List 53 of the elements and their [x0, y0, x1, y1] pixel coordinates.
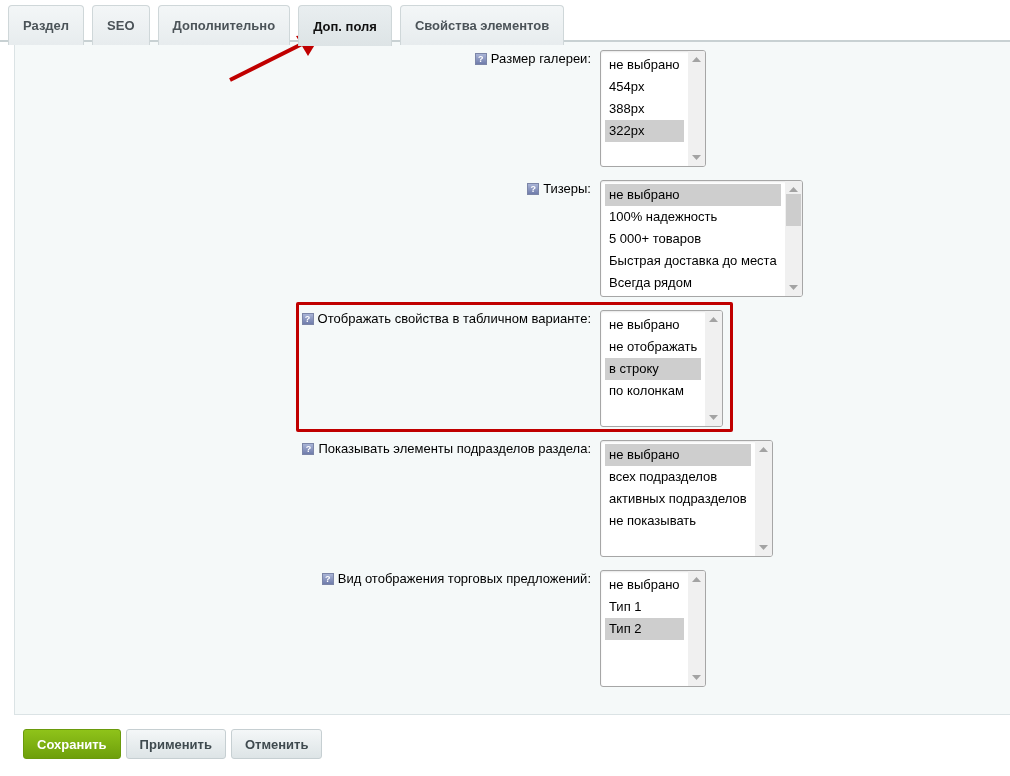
list-option[interactable]: 5 000+ товаров	[605, 228, 781, 250]
scrollbar[interactable]	[687, 571, 705, 686]
list-option[interactable]: Быстрая доставка до места	[605, 250, 781, 272]
scroll-down-icon[interactable]	[691, 675, 701, 680]
list-box[interactable]: не выбрано не отображать в строку по колонкам	[600, 310, 724, 427]
list-option[interactable]: 454px	[605, 76, 684, 98]
scroll-down-icon[interactable]	[709, 415, 719, 420]
list-option[interactable]: Всегда рядом	[605, 272, 781, 294]
list-box[interactable]: не выбрано 454px 388px 322px	[600, 50, 706, 167]
list-option[interactable]: активных подразделов	[605, 488, 751, 510]
action-button[interactable]: Применить	[125, 729, 226, 759]
field-label: Показывать элементы подразделов раздела:	[318, 441, 591, 456]
list-option[interactable]: не показывать	[605, 510, 751, 532]
list-option[interactable]: не выбрано	[605, 54, 684, 76]
scroll-up-icon[interactable]	[691, 577, 701, 582]
list-option[interactable]: Тип 1	[605, 596, 684, 618]
field-label: Отображать свойства в табличном варианте:	[317, 311, 591, 326]
list-option[interactable]: в строку	[605, 358, 702, 380]
list-option[interactable]: не выбрано	[605, 314, 702, 336]
scroll-down-icon[interactable]	[758, 545, 768, 550]
scroll-down-icon[interactable]	[788, 285, 798, 290]
list-option[interactable]: по колонкам	[605, 380, 702, 402]
scroll-down-icon[interactable]	[691, 155, 701, 160]
list-box[interactable]: не выбрано Тип 1 Тип 2	[600, 570, 706, 687]
list-option[interactable]: не отображать	[605, 336, 702, 358]
scrollbar[interactable]	[754, 441, 772, 556]
tab[interactable]: Доп. поля	[298, 5, 392, 46]
field-label: Вид отображения торговых предложений:	[337, 571, 591, 586]
list-box[interactable]: не выбрано 100% надежность 5 000+ товаров Быстрая доставка до места Всегда рядом	[600, 180, 803, 297]
list-option[interactable]: не выбрано	[605, 444, 751, 466]
tab[interactable]: SEO	[92, 5, 150, 45]
list-option[interactable]: 388px	[605, 98, 684, 120]
field-label: Тизеры:	[543, 181, 591, 196]
scroll-up-icon[interactable]	[758, 447, 768, 452]
list-option[interactable]: не выбрано	[605, 574, 684, 596]
tab[interactable]: Раздел	[8, 5, 85, 45]
list-option[interactable]: 100% надежность	[605, 206, 781, 228]
scroll-up-icon[interactable]	[788, 187, 798, 192]
scroll-thumb[interactable]	[785, 194, 801, 226]
scrollbar[interactable]	[784, 181, 802, 296]
scrollbar[interactable]	[687, 51, 705, 166]
list-option[interactable]: 322px	[605, 120, 684, 142]
action-button[interactable]: Отменить	[230, 729, 323, 759]
list-box[interactable]: не выбрано всех подразделов активных подразделов не показывать	[600, 440, 773, 557]
scroll-up-icon[interactable]	[709, 317, 719, 322]
tab[interactable]: Свойства элементов	[399, 5, 565, 45]
list-option[interactable]: не выбрано	[605, 184, 781, 206]
field-label: Размер галереи:	[490, 51, 591, 66]
scrollbar[interactable]	[705, 311, 723, 426]
list-option[interactable]: всех подразделов	[605, 466, 751, 488]
tab[interactable]: Дополнительно	[157, 5, 291, 45]
list-option[interactable]: Тип 2	[605, 618, 684, 640]
scroll-up-icon[interactable]	[691, 57, 701, 62]
